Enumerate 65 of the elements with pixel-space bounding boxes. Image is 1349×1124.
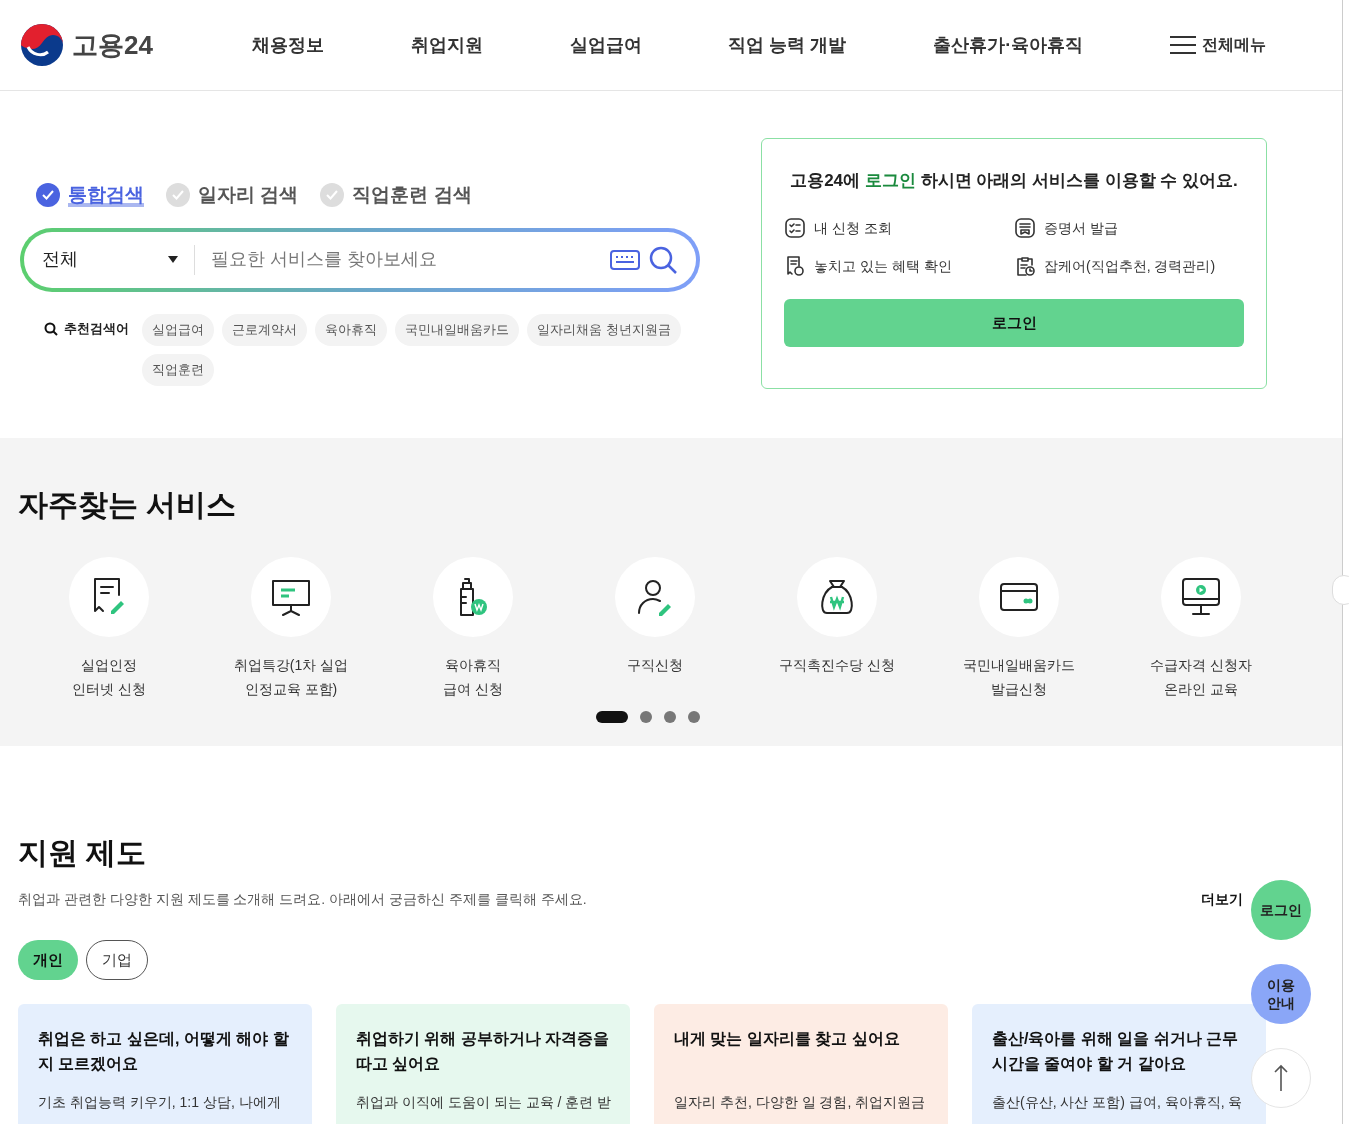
service-shortcut[interactable]: 육아휴직 급여 신청 <box>382 557 564 701</box>
service-link[interactable]: 증명서 발급 <box>1044 217 1118 239</box>
caret-icon <box>168 256 178 263</box>
nav-link[interactable]: 실업급여 <box>569 31 642 59</box>
search-type-tab[interactable]: 일자리 검색 <box>166 181 299 210</box>
floating-login-button[interactable]: 로그인 <box>1251 880 1311 940</box>
card-title: 내게 맞는 일자리를 찾고 싶어요 <box>674 1029 901 1049</box>
certificate-icon <box>1014 217 1036 239</box>
all-menu-button[interactable]: 전체메뉴 <box>1170 33 1266 57</box>
checklist-icon <box>784 217 806 239</box>
nav-link[interactable]: 직업 능력 개발 <box>728 31 847 59</box>
section-description: 취업과 관련한 다양한 지원 제도를 소개해 드려요. 아래에서 궁금하신 주제를 클릭해 주세요. <box>18 890 587 909</box>
clipboard-icon <box>1014 255 1036 277</box>
more-link[interactable]: 더보기 <box>1201 889 1243 910</box>
search-type-tab[interactable]: 직업훈련 검색 <box>320 181 472 210</box>
service-shortcut[interactable]: 국민내일배움카드 발급신청 <box>928 557 1110 701</box>
section-title: 자주찾는 서비스 <box>18 487 238 523</box>
login-message: 고용24에 로그인 하시면 아래의 서비스를 이용할 수 있어요. <box>789 170 1239 192</box>
card-title: 출산/육아를 위해 일을 쉬거나 근무 시간을 줄여야 할 거 같아요 <box>992 1029 1240 1074</box>
service-link[interactable]: 잡케어(직업추천, 경력관리) <box>1044 255 1216 277</box>
section-title: 지원 제도 <box>18 835 148 871</box>
keyword-chip[interactable]: 실업급여 <box>142 313 214 346</box>
menu-icon <box>1170 35 1196 55</box>
topic-card[interactable]: 출산/육아를 위해 일을 쉬거나 근무 시간을 줄여야 할 거 같아요 출산(유산, 사산 포함) 급여, 육아휴직, 육 <box>972 1004 1266 1124</box>
login-button[interactable]: 로그인 <box>784 299 1244 347</box>
service-link[interactable]: 놓치고 있는 혜택 확인 <box>814 255 952 277</box>
service-shortcut[interactable]: 구직촉진수당 신청 <box>746 557 928 701</box>
keyboard-icon[interactable] <box>610 249 640 270</box>
check-icon <box>36 183 60 208</box>
logo-icon[interactable] <box>20 23 64 67</box>
category-select[interactable]: 전체 <box>42 246 178 273</box>
check-icon <box>320 183 345 208</box>
card-text: 기초 취업능력 키우기, 1:1 상담, 나에게 <box>38 1093 282 1112</box>
search-icon[interactable] <box>648 244 678 275</box>
keyword-chip[interactable]: 직업훈련 <box>142 353 214 386</box>
receipt-icon <box>784 255 806 277</box>
guide-button[interactable]: 이용 안내 <box>1251 964 1311 1024</box>
card-text: 취업과 이직에 도움이 되는 교육 / 훈련 받 <box>356 1093 610 1112</box>
card-title: 취업은 하고 싶은데, 어떻게 해야 할 지 모르겠어요 <box>38 1029 290 1074</box>
nav-link[interactable]: 채용정보 <box>252 31 324 59</box>
service-shortcut[interactable]: 수급자격 신청자 온라인 교육 <box>1110 557 1292 701</box>
keyword-chip[interactable]: 일자리채움 청년지원금 <box>527 313 681 346</box>
search-icon <box>44 321 58 336</box>
service-shortcut[interactable]: 구직신청 <box>564 557 746 701</box>
search-field[interactable]: 전체 필요한 서비스를 찾아보세요 <box>24 231 696 288</box>
card-title: 취업하기 위해 공부하거나 자격증을 따고 싶어요 <box>356 1029 610 1074</box>
topic-card[interactable]: 취업은 하고 싶은데, 어떻게 해야 할 지 모르겠어요 기초 취업능력 키우기, 1:1 상담, 나에게 <box>18 1004 312 1124</box>
nav-link[interactable]: 출산휴가·육아휴직 <box>933 31 1084 59</box>
card-text: 일자리 추천, 다양한 일 경험, 취업지원금 <box>674 1093 927 1112</box>
check-icon <box>166 183 190 208</box>
arrow-up-icon <box>1274 1064 1288 1092</box>
topic-card[interactable]: 취업하기 위해 공부하거나 자격증을 따고 싶어요 취업과 이직에 도움이 되는 교육 / 훈련 받 <box>336 1004 630 1124</box>
nav-link[interactable]: 취업지원 <box>410 31 483 59</box>
service-link[interactable]: 내 신청 조회 <box>814 217 892 239</box>
audience-tab[interactable]: 개인 <box>18 940 78 980</box>
recommended-label: 추천검색어 <box>64 319 129 338</box>
keyword-chip[interactable]: 국민내일배움카드 <box>395 313 519 346</box>
card-text: 출산(유산, 사산 포함) 급여, 육아휴직, 육 <box>992 1093 1244 1112</box>
service-shortcut[interactable]: 실업인정 인터넷 신청 <box>18 557 200 701</box>
logo-text[interactable]: 고용24 <box>72 25 153 65</box>
service-shortcut[interactable]: 취업특강(1차 실업 인정교육 포함) <box>200 557 382 701</box>
keyword-chip[interactable]: 육아휴직 <box>315 313 387 346</box>
search-type-tab[interactable]: 통합검색 <box>36 181 144 210</box>
keyword-chip[interactable]: 근로계약서 <box>222 313 307 346</box>
topic-card[interactable]: 내게 맞는 일자리를 찾고 싶어요 일자리 추천, 다양한 일 경험, 취업지원금 <box>654 1004 948 1124</box>
